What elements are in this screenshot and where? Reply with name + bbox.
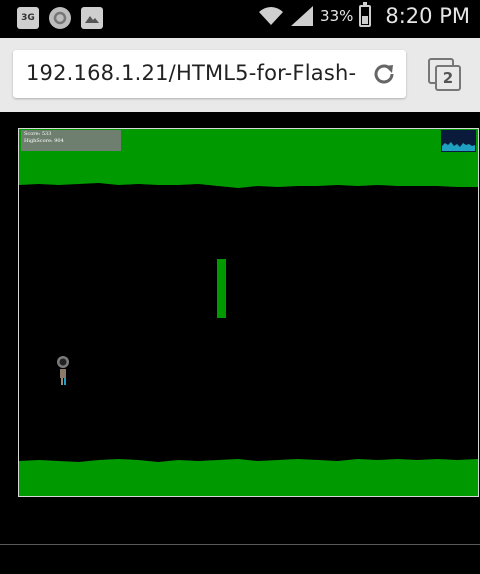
tabs-button[interactable]: 2	[428, 58, 461, 91]
battery-icon	[359, 2, 372, 27]
picture-icon	[81, 7, 103, 29]
address-bar[interactable]: 192.168.1.21/HTML5-for-Flash-	[13, 50, 406, 98]
network-3g-icon: 3G	[17, 7, 39, 29]
reload-icon[interactable]	[371, 61, 397, 87]
url-text[interactable]: 192.168.1.21/HTML5-for-Flash-	[26, 61, 366, 85]
browser-toolbar: 192.168.1.21/HTML5-for-Flash- 2	[0, 38, 480, 112]
sync-icon	[49, 7, 71, 29]
highscore-text: HighScore: 904	[24, 138, 64, 144]
clock: 8:20 PM	[385, 4, 470, 28]
bottom-terrain	[19, 459, 478, 496]
system-status: 33% 8:20 PM	[258, 2, 470, 28]
divider	[0, 544, 480, 545]
player-character	[57, 356, 69, 385]
score-text: Score: 533	[24, 131, 52, 137]
status-bar: 3G 33% 8:20 PM	[0, 0, 480, 38]
score-panel: Score: 533 HighScore: 904	[21, 130, 121, 151]
wifi-icon	[259, 7, 284, 25]
battery-percent: 33%	[320, 7, 354, 25]
game-canvas[interactable]: Score: 533 HighScore: 904	[18, 128, 479, 497]
fps-meter	[441, 130, 476, 152]
signal-icon	[291, 6, 314, 26]
notification-icons: 3G	[17, 7, 103, 29]
obstacle-bar	[217, 259, 226, 318]
tab-count: 2	[435, 65, 461, 91]
